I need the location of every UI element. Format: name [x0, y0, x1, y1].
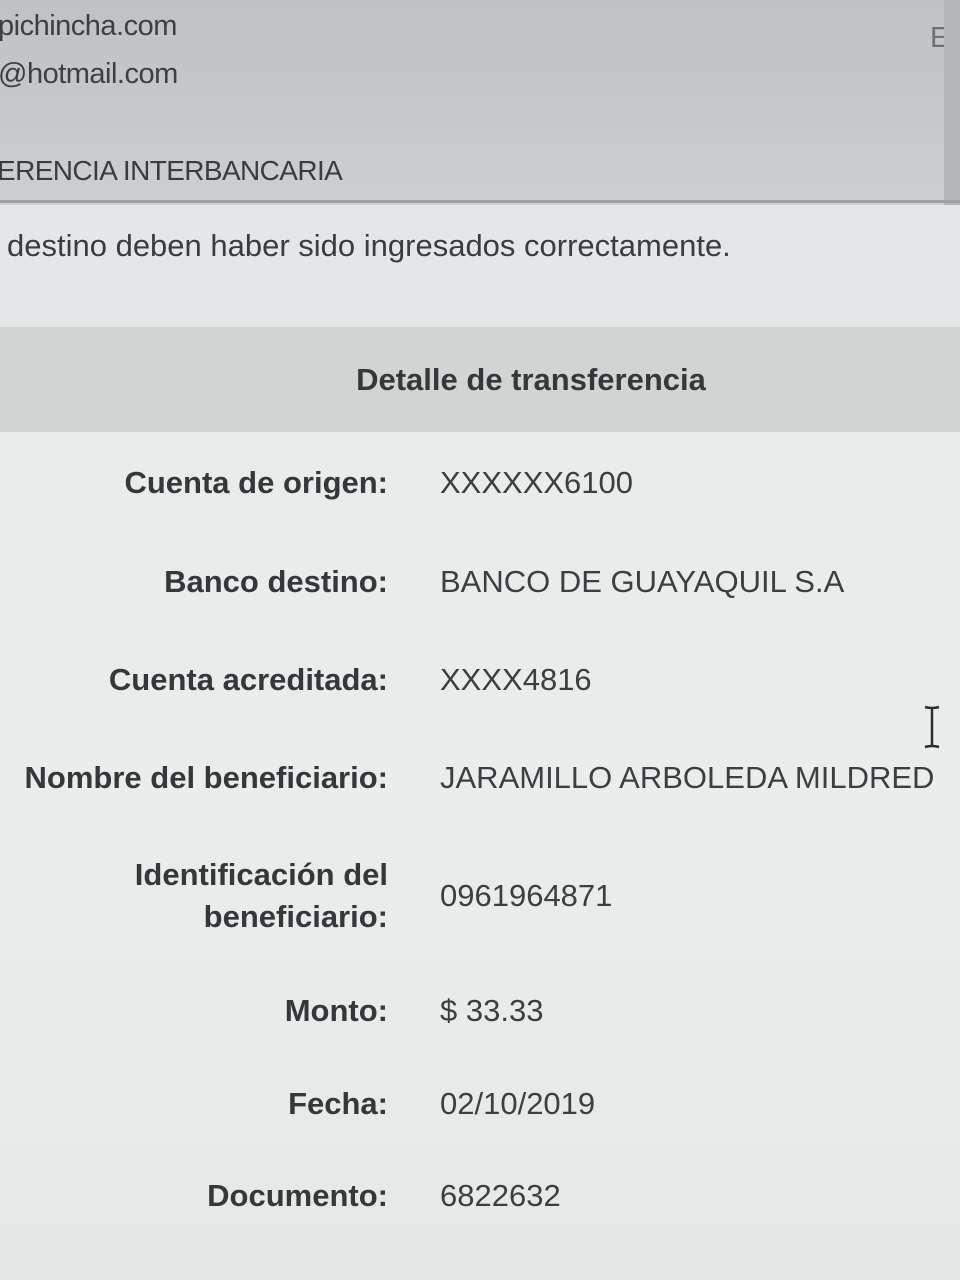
destination-bank-value: BANCO DE GUAYAQUIL S.A [440, 564, 845, 599]
amount-value: $ 33.33 [440, 993, 544, 1028]
date-value: 02/10/2019 [440, 1086, 596, 1121]
transfer-detail-panel: Detalle de transferencia Cuenta de orige… [0, 327, 960, 1280]
document-value: 6822632 [440, 1178, 561, 1213]
document-label: Documento: [207, 1178, 388, 1213]
credited-account-label: Cuenta acreditada: [108, 662, 388, 697]
beneficiary-name-label: Nombre del beneficiario: [24, 760, 388, 795]
beneficiary-name-value: JARAMILLO ARBOLEDA MILDRED [440, 760, 935, 795]
amount-label: Monto: [284, 993, 388, 1028]
credited-account-value: XXXX4816 [440, 662, 592, 697]
top-header: pichincha.com @hotmail.com Er ERENCIA IN… [0, 0, 960, 205]
destination-bank-label: Banco destino: [164, 564, 388, 599]
transfer-detail-header: Detalle de transferencia [0, 327, 960, 432]
beneficiary-id-label: Identificación del beneficiario: [134, 857, 388, 934]
confirmation-notice: destino deben haber sido ingresados corr… [7, 228, 731, 263]
user-email-line-2: @hotmail.com [0, 58, 178, 90]
date-label: Fecha: [288, 1086, 388, 1121]
beneficiary-id-value: 0961964871 [440, 878, 613, 913]
header-divider [0, 200, 960, 203]
origin-account-label: Cuenta de origen: [124, 465, 388, 500]
section-title: ERENCIA INTERBANCARIA [0, 155, 343, 186]
transfer-detail-title: Detalle de transferencia [356, 362, 706, 397]
window-edge [944, 0, 960, 205]
user-email-line-1: pichincha.com [0, 10, 177, 42]
text-cursor-icon [922, 705, 942, 749]
origin-account-value: XXXXXX6100 [440, 465, 634, 500]
